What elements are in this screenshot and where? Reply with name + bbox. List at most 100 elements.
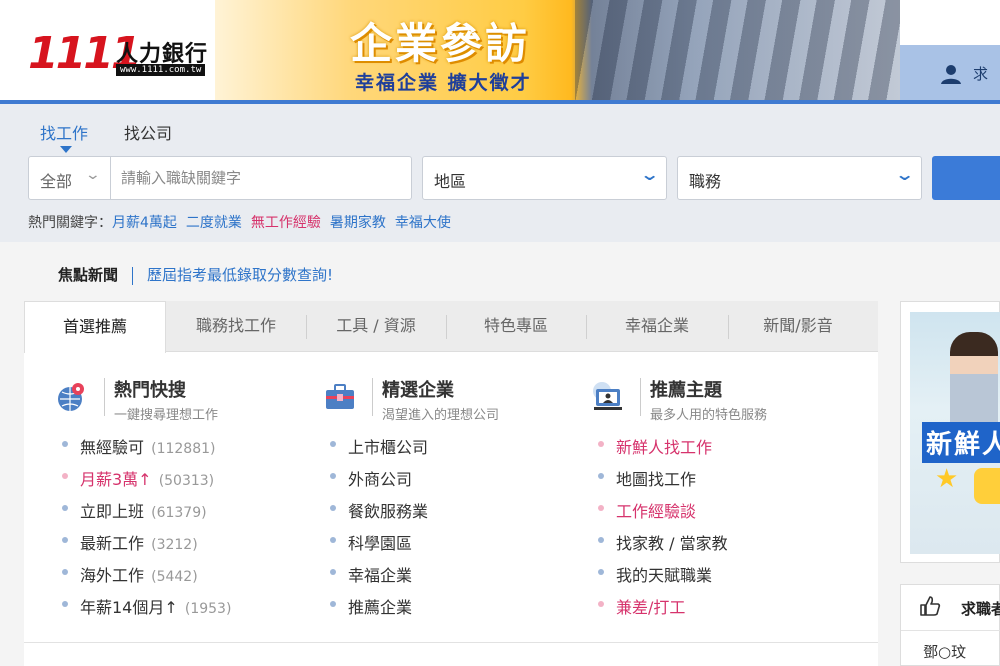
banner-title: 企業參訪 — [350, 19, 531, 68]
hot-search-list: 無經驗可 (112881) 月薪3萬↑ (50313) 立即上班 (61379)… — [56, 434, 316, 626]
list-item[interactable]: 地圖找工作 — [592, 466, 852, 498]
item-label: 無經驗可 — [80, 438, 145, 457]
column-subtitle: 最多人用的特色服務 — [650, 408, 768, 423]
list-item[interactable]: 無經驗可 (112881) — [56, 434, 316, 466]
item-count: (3212) — [151, 537, 198, 553]
tab-bar: 首選推薦 職務找工作 工具 / 資源 特色專區 幸福企業 新聞/影音 — [24, 301, 878, 353]
job-select[interactable]: 職務 ⌄ — [677, 156, 922, 200]
category-select[interactable]: 全部 ⌄ — [29, 157, 111, 199]
column-featured-companies: 精選企業 渴望進入的理想公司 上市櫃公司 外商公司 餐飲服務業 科學園區 幸福企… — [324, 376, 574, 626]
list-item[interactable]: 我的天賦職業 — [592, 562, 852, 594]
keyword-input[interactable] — [115, 159, 405, 197]
hot-keyword-link[interactable]: 暑期家教 — [330, 215, 386, 231]
logo-url: www.1111.com.tw — [116, 64, 206, 76]
list-item[interactable]: 上市櫃公司 — [324, 434, 584, 466]
tab-happy-enterprise[interactable]: 幸福企業 — [586, 301, 728, 352]
list-item[interactable]: 海外工作 (5442) — [56, 562, 316, 594]
divider — [372, 378, 373, 416]
ad-image: 新鮮人 ★ — [910, 312, 1000, 554]
column-title: 精選企業 — [382, 380, 454, 401]
thumbs-up-icon — [919, 595, 941, 622]
star-icon: ★ — [935, 464, 959, 494]
wish-title: 求職者 — [961, 600, 1000, 618]
chevron-down-icon: ⌄ — [894, 165, 915, 184]
hot-keyword-link[interactable]: 無工作經驗 — [251, 215, 321, 231]
list-item[interactable]: 餐飲服務業 — [324, 498, 584, 530]
promo-banner[interactable]: 企業參訪 幸福企業 擴大徵才 — [215, 0, 900, 100]
banner-photo — [575, 0, 900, 100]
recommended-topics-list: 新鮮人找工作 地圖找工作 工作經驗談 找家教 / 當家教 我的天賦職業 兼差/打… — [592, 434, 852, 626]
list-item[interactable]: 工作經驗談 — [592, 498, 852, 530]
column-subtitle: 一鍵搜尋理想工作 — [114, 408, 219, 423]
computer-user-icon — [592, 381, 624, 413]
job-seeker-wish-box: 求職者 鄧○玟 — [900, 584, 1000, 666]
divider — [24, 642, 878, 643]
tab-news-video[interactable]: 新聞/影音 — [728, 301, 868, 352]
keyword-search-group: 全部 ⌄ — [28, 156, 412, 200]
search-panel: 找工作 找公司 全部 ⌄ 地區 ⌄ 職務 ⌄ 熱門關鍵字：月薪4萬起二度就業無工… — [0, 104, 1000, 242]
item-count: (61379) — [151, 505, 207, 521]
tab-top-picks[interactable]: 首選推薦 — [24, 301, 166, 353]
list-item[interactable]: 月薪3萬↑ (50313) — [56, 466, 316, 498]
hot-keyword-link[interactable]: 二度就業 — [186, 215, 242, 231]
list-item[interactable]: 最新工作 (3212) — [56, 530, 316, 562]
item-count: (112881) — [151, 441, 216, 457]
site-logo[interactable]: 1111 人力銀行 www.1111.com.tw — [28, 30, 218, 80]
item-label: 月薪3萬↑ — [80, 470, 152, 489]
column-title: 推薦主題 — [650, 380, 722, 401]
column-hot-search: 熱門快搜 一鍵搜尋理想工作 無經驗可 (112881) 月薪3萬↑ (50313… — [56, 376, 306, 626]
divider — [104, 378, 105, 416]
ad-text: 新鮮人 — [922, 422, 1000, 463]
list-item[interactable]: 科學園區 — [324, 530, 584, 562]
user-icon — [940, 63, 962, 91]
item-label: 立即上班 — [80, 502, 145, 521]
focus-news-label: 焦點新聞 — [58, 266, 119, 284]
column-subtitle: 渴望進入的理想公司 — [382, 408, 500, 423]
hot-keywords-label: 熱門關鍵字： — [28, 215, 112, 231]
globe-pin-icon — [56, 381, 88, 413]
hot-keyword-link[interactable]: 月薪4萬起 — [112, 215, 177, 231]
column-title: 熱門快搜 — [114, 380, 186, 401]
list-item[interactable]: 找家教 / 當家教 — [592, 530, 852, 562]
item-count: (1953) — [184, 601, 232, 617]
list-item[interactable]: 外商公司 — [324, 466, 584, 498]
wish-name: 鄧○玟 — [923, 643, 967, 661]
tab-job-category[interactable]: 職務找工作 — [166, 301, 306, 352]
item-count: (50313) — [158, 473, 215, 489]
item-count: (5442) — [151, 569, 198, 585]
job-select-value: 職務 — [689, 172, 722, 191]
search-button[interactable] — [932, 156, 1000, 200]
wish-header: 求職者 — [901, 585, 1000, 631]
item-label: 海外工作 — [80, 566, 145, 585]
tab-featured[interactable]: 特色專區 — [446, 301, 586, 352]
ad-button — [974, 468, 1000, 504]
main-content: 焦點新聞 歷屆指考最低錄取分數查詢! 首選推薦 職務找工作 工具 / 資源 特色專… — [0, 242, 1000, 666]
side-ad-banner[interactable]: 新鮮人 ★ — [900, 301, 1000, 563]
featured-companies-list: 上市櫃公司 外商公司 餐飲服務業 科學園區 幸福企業 推薦企業 — [324, 434, 584, 626]
list-item[interactable]: 幸福企業 — [324, 562, 584, 594]
hot-keyword-link[interactable]: 幸福大使 — [395, 215, 451, 231]
divider — [640, 378, 641, 416]
member-login-button[interactable]: 求 — [900, 45, 1000, 100]
category-select-value: 全部 — [40, 172, 73, 191]
area-select[interactable]: 地區 ⌄ — [422, 156, 667, 200]
list-item[interactable]: 新鮮人找工作 — [592, 434, 852, 466]
chevron-down-icon: ⌄ — [84, 167, 102, 183]
hot-keywords: 熱門關鍵字：月薪4萬起 二度就業 無工作經驗 暑期家教 幸福大使 — [28, 212, 460, 232]
list-item[interactable]: 兼差/打工 — [592, 594, 852, 626]
list-item[interactable]: 年薪14個月↑ (1953) — [56, 594, 316, 626]
list-item[interactable]: 立即上班 (61379) — [56, 498, 316, 530]
tab-tools-resources[interactable]: 工具 / 資源 — [306, 301, 446, 352]
chevron-down-icon: ⌄ — [639, 165, 660, 184]
area-select-value: 地區 — [434, 172, 467, 191]
list-item[interactable]: 推薦企業 — [324, 594, 584, 626]
focus-news-link[interactable]: 歷屆指考最低錄取分數查詢! — [147, 266, 333, 284]
recommend-card: 首選推薦 職務找工作 工具 / 資源 特色專區 幸福企業 新聞/影音 熱門快搜 … — [24, 301, 878, 666]
item-label: 年薪14個月↑ — [80, 598, 178, 617]
column-recommended-topics: 推薦主題 最多人用的特色服務 新鮮人找工作 地圖找工作 工作經驗談 找家教 / … — [592, 376, 842, 626]
tab-find-job[interactable]: 找工作 — [40, 120, 88, 153]
banner-subtitle: 幸福企業 擴大徵才 — [355, 72, 532, 94]
divider — [132, 266, 134, 285]
focus-news: 焦點新聞 歷屆指考最低錄取分數查詢! — [58, 264, 333, 285]
tab-find-company[interactable]: 找公司 — [124, 120, 172, 144]
